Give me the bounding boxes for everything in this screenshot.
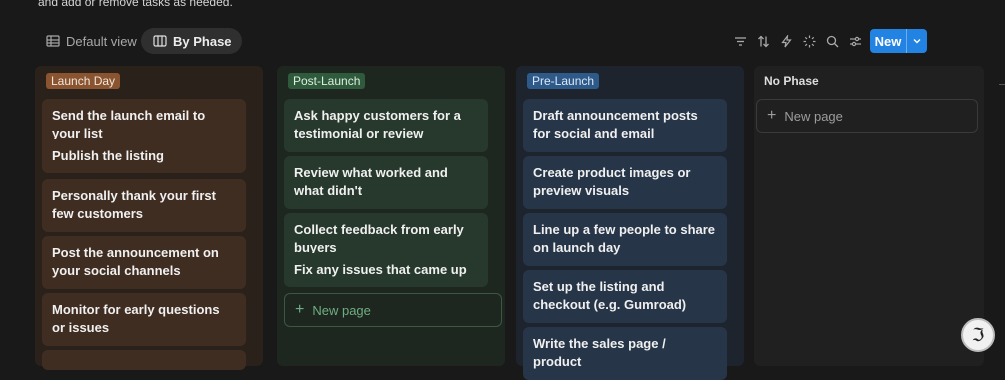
column-no-phase: No Phase + New page [754, 66, 984, 366]
plus-icon: + [295, 301, 305, 318]
new-button-label: New [874, 33, 902, 49]
tab-default-view[interactable]: Default view [36, 28, 147, 54]
card[interactable]: Write the sales page / product [523, 327, 727, 380]
card[interactable]: Personally thank your first few customer… [42, 179, 246, 232]
assistant-icon: ℑ [971, 324, 985, 346]
sort-button[interactable] [752, 30, 775, 53]
automation-icon [781, 35, 792, 48]
card[interactable]: Post the announcement on your social cha… [42, 236, 246, 289]
search-icon [826, 35, 839, 48]
card[interactable]: Review what worked and what didn't [284, 156, 488, 209]
scroll-edge-indicator [999, 84, 1005, 85]
chevron-down-icon [913, 39, 921, 44]
search-button[interactable] [821, 30, 844, 53]
card[interactable]: Monitor for early questions or issues [42, 293, 246, 346]
new-button[interactable]: New [870, 29, 927, 53]
view-toolbar [729, 30, 867, 53]
sparkle-icon [803, 35, 816, 48]
tab-by-phase[interactable]: By Phase [141, 28, 242, 54]
new-page-label: New page [784, 108, 843, 124]
assistant-button[interactable]: ℑ [961, 318, 995, 352]
column-label-no-phase: No Phase [764, 74, 819, 88]
table-icon [46, 35, 60, 47]
column-label-pre-launch[interactable]: Pre-Launch [527, 73, 600, 89]
automation-button[interactable] [775, 30, 798, 53]
tab-by-phase-label: By Phase [173, 33, 232, 49]
card-partial[interactable] [42, 350, 246, 370]
column-label-launch-day[interactable]: Launch Day [46, 73, 121, 89]
sort-icon [758, 35, 769, 48]
new-page-button[interactable]: + New page [756, 99, 978, 133]
card[interactable]: Publish the listing [42, 139, 246, 173]
filter-button[interactable] [729, 30, 752, 53]
column-launch-day: Launch Day Send the launch email to your… [35, 66, 263, 370]
settings-icon [850, 36, 861, 47]
card[interactable]: Set up the listing and checkout (e.g. Gu… [523, 270, 727, 323]
settings-button[interactable] [844, 30, 867, 53]
tab-default-view-label: Default view [66, 33, 137, 49]
new-dropdown-chevron[interactable] [907, 36, 927, 46]
column-post-launch: Post-Launch Ask happy customers for a te… [277, 66, 505, 366]
ai-button[interactable] [798, 30, 821, 53]
column-pre-launch: Pre-Launch Draft announcement posts for … [516, 66, 744, 380]
new-page-label: New page [312, 302, 371, 318]
card[interactable]: Fix any issues that came up [284, 253, 488, 287]
card[interactable]: Create product images or preview visuals [523, 156, 727, 209]
new-page-button[interactable]: + New page [284, 293, 502, 327]
board-icon [153, 35, 167, 47]
column-label-post-launch[interactable]: Post-Launch [288, 73, 366, 89]
card[interactable]: Ask happy customers for a testimonial or… [284, 99, 488, 152]
card[interactable]: Line up a few people to share on launch … [523, 213, 727, 266]
plus-icon: + [767, 107, 777, 124]
intro-text: and add or remove tasks as needed. [38, 0, 233, 9]
card[interactable]: Draft announcement posts for social and … [523, 99, 727, 152]
filter-icon [735, 37, 746, 46]
